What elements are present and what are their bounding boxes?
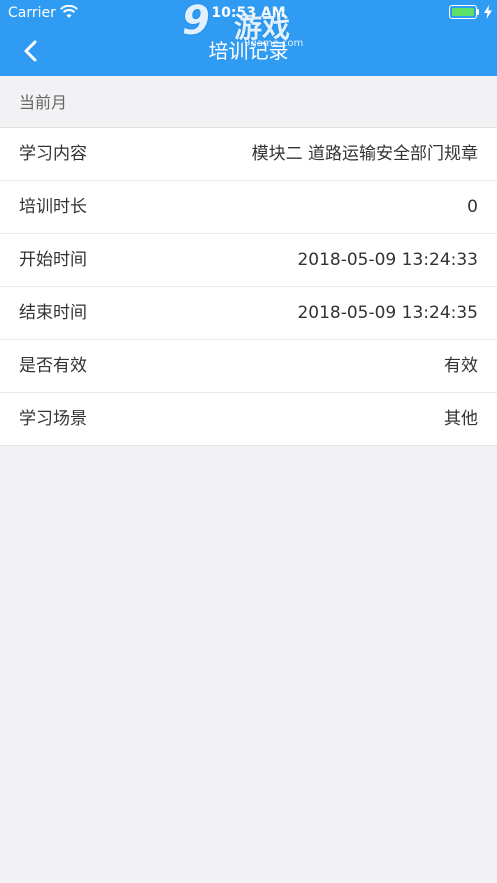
row-label: 培训时长 <box>19 197 87 217</box>
row-value: 0 <box>467 197 478 217</box>
row-label: 是否有效 <box>19 356 87 376</box>
battery-icon <box>449 5 477 19</box>
row-value: 有效 <box>444 356 478 376</box>
section-header: 当前月 <box>0 77 497 127</box>
charging-bolt-icon <box>484 5 492 19</box>
table-row: 培训时长 0 <box>0 181 497 234</box>
battery-level <box>452 8 474 16</box>
row-label: 开始时间 <box>19 250 87 270</box>
battery-tip <box>477 9 479 15</box>
row-label: 结束时间 <box>19 303 87 323</box>
row-value: 其他 <box>444 409 478 429</box>
table-row: 开始时间 2018-05-09 13:24:33 <box>0 234 497 287</box>
row-label: 学习内容 <box>19 144 87 164</box>
page-title: 培训记录 <box>208 39 289 63</box>
table-row: 是否有效 有效 <box>0 340 497 393</box>
table-row: 学习场景 其他 <box>0 393 497 445</box>
table-row: 结束时间 2018-05-09 13:24:35 <box>0 287 497 340</box>
row-value: 2018-05-09 13:24:33 <box>297 250 478 270</box>
row-value: 模块二 道路运输安全部门规章 <box>251 144 478 164</box>
record-list: 学习内容 模块二 道路运输安全部门规章 培训时长 0 开始时间 2018-05-… <box>0 127 497 446</box>
nav-bar: Carrier 10:53 AM 9 游戏 9game.com 培训记录 <box>0 0 497 76</box>
row-label: 学习场景 <box>19 409 87 429</box>
row-value: 2018-05-09 13:24:35 <box>297 303 478 323</box>
section-label: 当前月 <box>19 93 68 112</box>
table-row: 学习内容 模块二 道路运输安全部门规章 <box>0 128 497 181</box>
